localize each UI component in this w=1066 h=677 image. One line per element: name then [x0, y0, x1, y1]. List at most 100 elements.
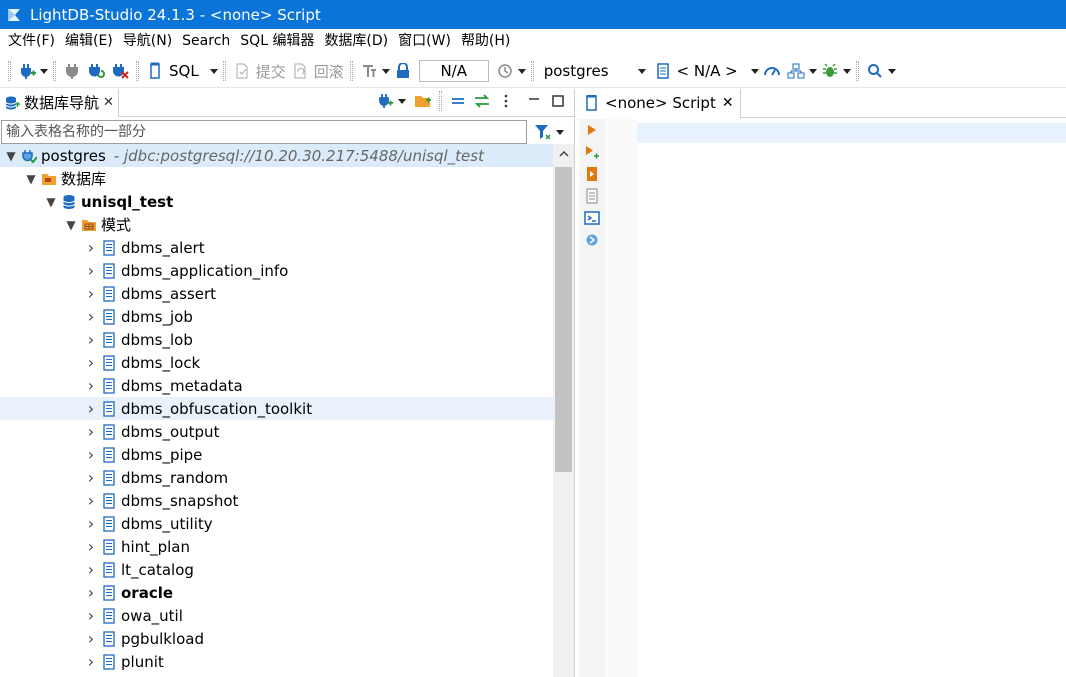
tree-node-schema[interactable]: › dbms_application_info	[0, 259, 553, 282]
sql-editor-icon[interactable]	[145, 61, 165, 81]
tree-node-database[interactable]: ▼ unisql_test	[0, 190, 553, 213]
chevron-right-icon[interactable]: ›	[84, 468, 98, 487]
datasource-dropdown[interactable]	[637, 61, 647, 81]
chevron-right-icon[interactable]: ›	[84, 284, 98, 303]
chevron-right-icon[interactable]: ›	[84, 629, 98, 648]
chevron-right-icon[interactable]: ›	[84, 376, 98, 395]
tree-node-schema[interactable]: › lt_catalog	[0, 558, 553, 581]
search-dropdown[interactable]	[887, 61, 897, 81]
new-connection-icon[interactable]	[17, 61, 37, 81]
chevron-right-icon[interactable]: ›	[84, 652, 98, 671]
scrollbar-thumb[interactable]	[555, 167, 572, 472]
menu-navigate[interactable]: 导航(N)	[119, 29, 176, 53]
minimize-icon[interactable]	[524, 91, 544, 111]
new-connection-dropdown[interactable]	[39, 61, 49, 81]
new-folder-icon[interactable]	[413, 91, 433, 111]
tree-node-schema[interactable]: › dbms_output	[0, 420, 553, 443]
menu-file[interactable]: 文件(F)	[4, 29, 59, 53]
menu-sql-editor[interactable]: SQL 编辑器	[236, 29, 318, 53]
chevron-right-icon[interactable]: ›	[84, 353, 98, 372]
navigator-scrollbar[interactable]	[553, 144, 574, 677]
chevron-down-icon[interactable]: ▼	[4, 149, 18, 163]
tree-node-schema[interactable]: › oracle	[0, 581, 553, 604]
transaction-mode-field[interactable]: N/A	[418, 60, 489, 82]
tab-database-navigator[interactable]: 数据库导航 ✕	[0, 88, 119, 117]
schema-selector[interactable]: < N/A >	[677, 62, 738, 80]
link-with-editor-icon[interactable]	[472, 91, 492, 111]
table-filter-input[interactable]	[1, 120, 527, 144]
history-icon[interactable]	[495, 61, 515, 81]
show-server-output-icon[interactable]	[579, 207, 605, 229]
tree-node-schema[interactable]: › dbms_metadata	[0, 374, 553, 397]
menu-database[interactable]: 数据库(D)	[320, 29, 392, 53]
tree-node-connection[interactable]: ▼ postgres - jdbc:postgresql://10.20.30.…	[0, 144, 553, 167]
debug-icon[interactable]	[820, 61, 840, 81]
reconnect-icon[interactable]	[86, 61, 106, 81]
sql-dropdown[interactable]	[209, 61, 219, 81]
scroll-up-icon[interactable]	[553, 144, 574, 164]
tab-script[interactable]: <none> Script ✕	[579, 88, 741, 118]
chevron-right-icon[interactable]: ›	[84, 261, 98, 280]
tree-node-schema[interactable]: › owa_util	[0, 604, 553, 627]
tree-node-schema[interactable]: › dbms_utility	[0, 512, 553, 535]
chevron-right-icon[interactable]: ›	[84, 238, 98, 257]
tree-node-schema[interactable]: › dbms_lob	[0, 328, 553, 351]
execute-script-new-tabs-icon[interactable]	[579, 185, 605, 207]
new-connection-dropdown[interactable]	[397, 91, 407, 111]
maximize-icon[interactable]	[548, 91, 568, 111]
lock-icon[interactable]	[393, 61, 413, 81]
execute-script-icon[interactable]	[579, 163, 605, 185]
schema-dropdown[interactable]	[750, 61, 760, 81]
chevron-right-icon[interactable]: ›	[84, 537, 98, 556]
debug-dropdown[interactable]	[842, 61, 852, 81]
tree-node-databases[interactable]: ▼ 数据库	[0, 167, 553, 190]
tree-node-schema[interactable]: › dbms_assert	[0, 282, 553, 305]
tree-node-schema[interactable]: › dbms_snapshot	[0, 489, 553, 512]
menu-help[interactable]: 帮助(H)	[457, 29, 514, 53]
chevron-down-icon[interactable]: ▼	[24, 172, 38, 186]
tree-node-schema[interactable]: › dbms_lock	[0, 351, 553, 374]
explain-plan-icon[interactable]	[579, 229, 605, 251]
search-icon[interactable]	[865, 61, 885, 81]
tree-node-schema[interactable]: › dbms_alert	[0, 236, 553, 259]
chevron-down-icon[interactable]: ▼	[64, 218, 78, 232]
transaction-mode-dropdown[interactable]	[381, 61, 391, 81]
tree-node-schema[interactable]: › plunit	[0, 650, 553, 673]
chevron-right-icon[interactable]: ›	[84, 606, 98, 625]
filter-dropdown[interactable]	[555, 122, 565, 142]
chevron-right-icon[interactable]: ›	[84, 445, 98, 464]
tree-node-schema[interactable]: › hint_plan	[0, 535, 553, 558]
close-icon[interactable]: ✕	[103, 95, 114, 110]
tree-node-schema[interactable]: › dbms_pipe	[0, 443, 553, 466]
filter-icon[interactable]	[533, 122, 553, 142]
connect-icon[interactable]	[62, 61, 82, 81]
chevron-right-icon[interactable]: ›	[84, 560, 98, 579]
transaction-mode-icon[interactable]	[359, 61, 379, 81]
new-connection-icon[interactable]	[375, 91, 395, 111]
sql-button-label[interactable]: SQL	[169, 62, 199, 80]
menu-window[interactable]: 窗口(W)	[394, 29, 455, 53]
chevron-right-icon[interactable]: ›	[84, 491, 98, 510]
chevron-down-icon[interactable]: ▼	[44, 195, 58, 209]
menu-edit[interactable]: 编辑(E)	[61, 29, 117, 53]
tree-node-schemas[interactable]: ▼ 模式	[0, 213, 553, 236]
menu-search[interactable]: Search	[178, 29, 234, 53]
tree-node-schema[interactable]: › dbms_job	[0, 305, 553, 328]
chevron-right-icon[interactable]: ›	[84, 514, 98, 533]
close-icon[interactable]: ✕	[722, 95, 734, 111]
sql-editor-text-area[interactable]	[637, 119, 1066, 677]
chevron-right-icon[interactable]: ›	[84, 330, 98, 349]
chevron-right-icon[interactable]: ›	[84, 422, 98, 441]
dashboard-icon[interactable]	[762, 61, 782, 81]
view-menu-icon[interactable]	[496, 91, 516, 111]
disconnect-icon[interactable]	[110, 61, 130, 81]
execute-in-new-tab-icon[interactable]	[579, 141, 605, 163]
collapse-all-icon[interactable]	[448, 91, 468, 111]
tree-node-schema[interactable]: › dbms_obfuscation_toolkit	[0, 397, 553, 420]
chevron-right-icon[interactable]: ›	[84, 307, 98, 326]
database-tree-dropdown[interactable]	[808, 61, 818, 81]
chevron-right-icon[interactable]: ›	[84, 583, 98, 602]
history-dropdown[interactable]	[517, 61, 527, 81]
tree-node-schema[interactable]: › pgbulkload	[0, 627, 553, 650]
tree-node-schema[interactable]: › dbms_random	[0, 466, 553, 489]
